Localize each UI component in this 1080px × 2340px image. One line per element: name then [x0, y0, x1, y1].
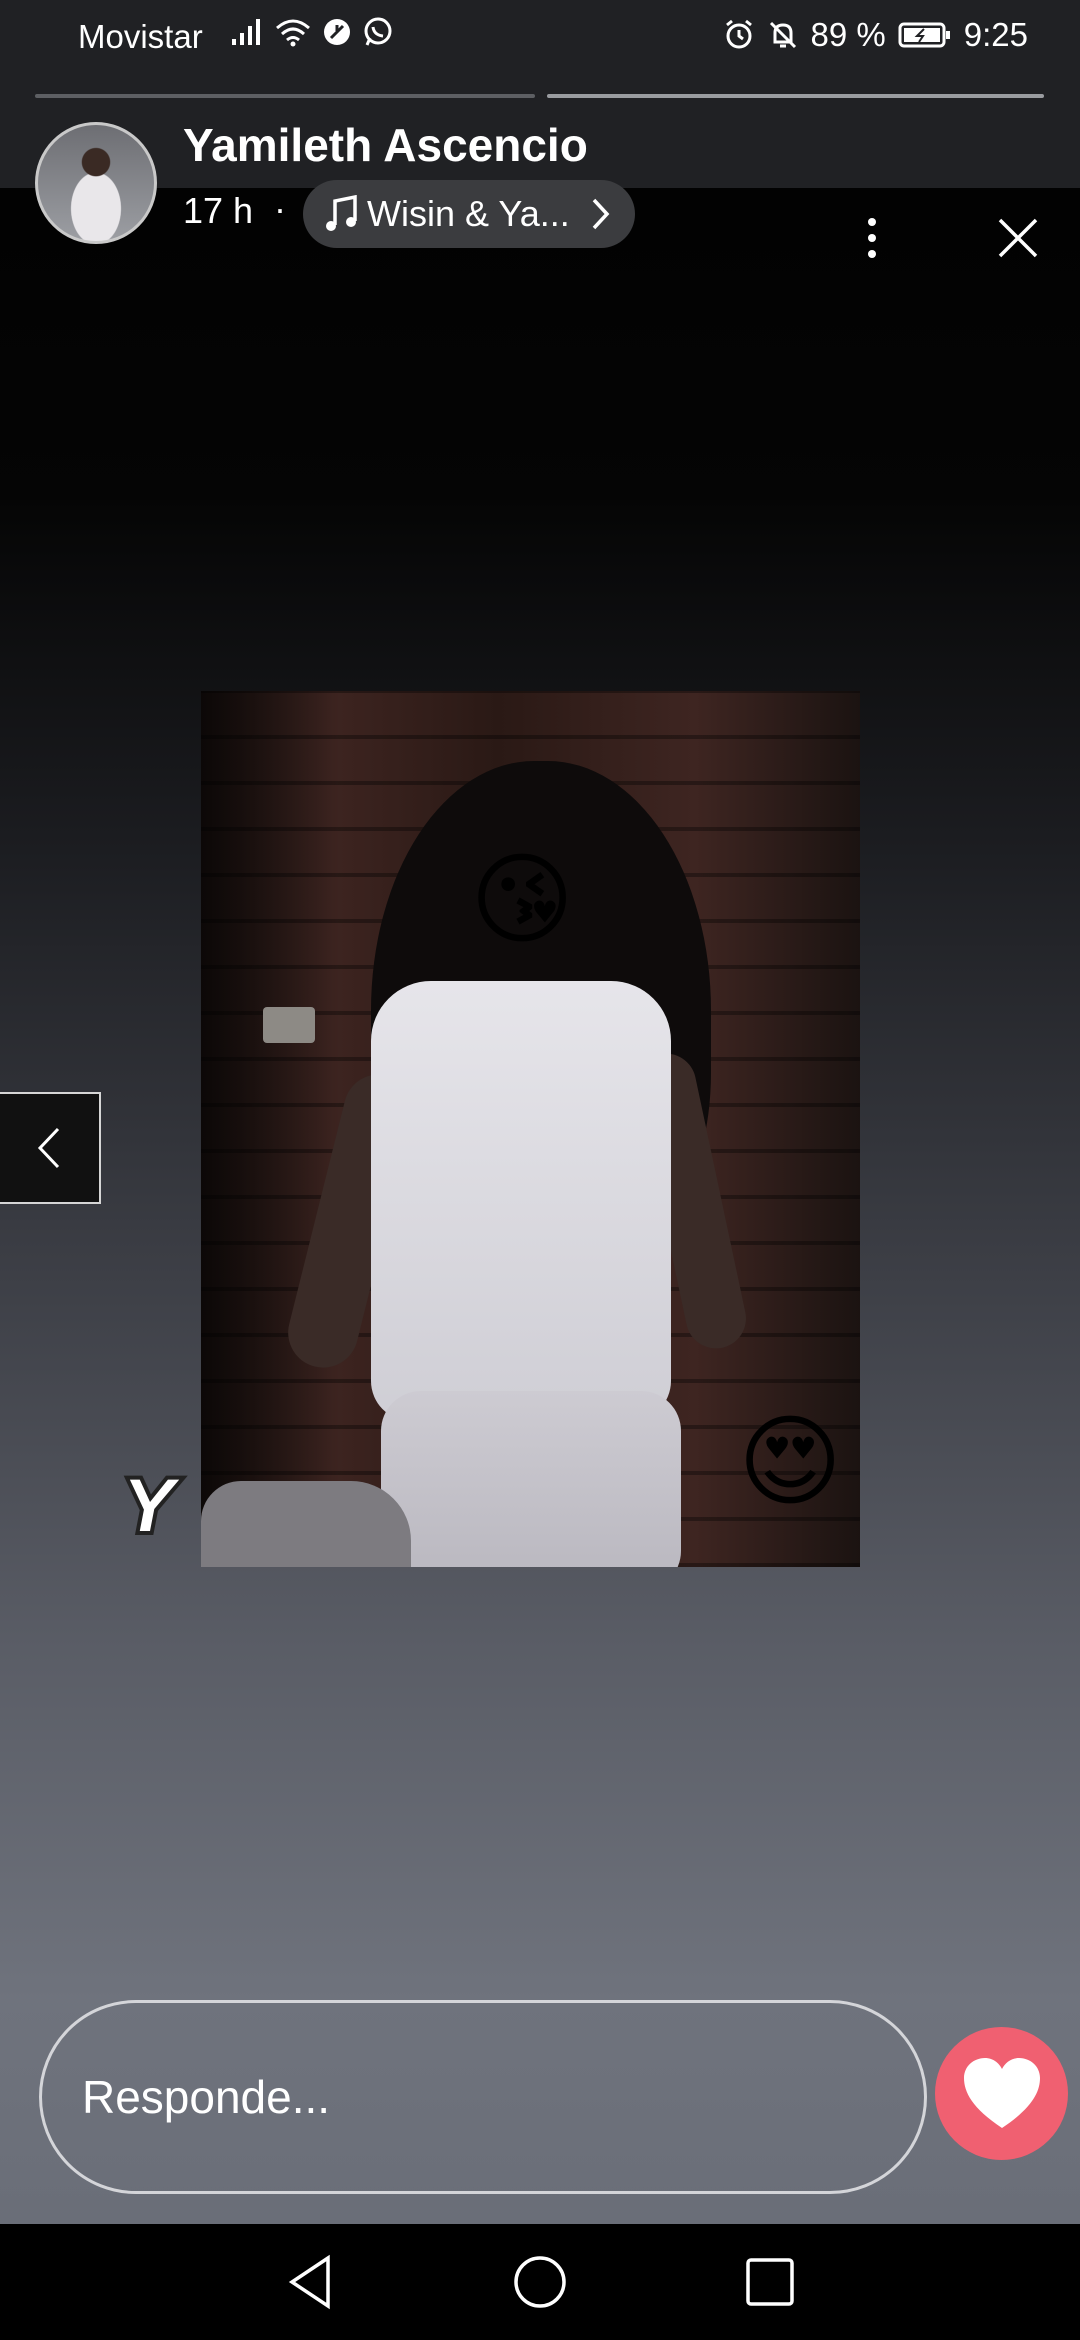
previous-story-button[interactable] [0, 1092, 101, 1204]
signal-icon [232, 19, 260, 45]
story-viewer: Movistar 89 % 9:25 Yamileth Ascencio 17 … [0, 0, 1080, 2340]
carrier-name: Movistar [78, 18, 203, 55]
story-progress-segment-2 [547, 94, 1044, 98]
like-button[interactable] [935, 2027, 1068, 2160]
chevron-left-icon [37, 1127, 59, 1169]
kiss-emoji-sticker: 😘 [470, 841, 575, 958]
wall-switch [263, 1007, 315, 1043]
photo-shadow [201, 691, 341, 1567]
wifi-icon [276, 19, 310, 47]
data-saver-icon [324, 19, 350, 45]
mute-icon [769, 21, 796, 49]
status-left-icons [230, 16, 394, 48]
letter-sticker: Y [120, 1460, 179, 1553]
chevron-right-icon [592, 198, 610, 230]
story-username[interactable]: Yamileth Ascencio [183, 118, 588, 172]
alarm-icon [725, 19, 752, 49]
separator: · [274, 188, 286, 229]
photo-legs [381, 1391, 681, 1567]
music-label: Wisin & Ya... [367, 193, 570, 234]
battery-percent: 89 % [810, 16, 886, 53]
story-time-ago: 17 h [183, 190, 254, 231]
reply-placeholder: Responde... [82, 2071, 331, 2123]
music-note-icon [326, 195, 357, 231]
photo-bed [201, 1481, 411, 1567]
heart-eyes-emoji-sticker: 😍 [738, 1403, 843, 1520]
photo-shirt [371, 981, 671, 1421]
battery-icon [898, 22, 950, 48]
home-icon[interactable] [512, 2252, 568, 2312]
whatsapp-icon [364, 17, 392, 46]
status-bar: Movistar 89 % 9:25 [0, 0, 1080, 72]
heart-icon [963, 2057, 1040, 2128]
back-icon[interactable] [282, 2252, 338, 2312]
reply-input[interactable]: Responde... [39, 2000, 927, 2194]
close-icon[interactable] [994, 214, 1042, 262]
clock: 9:25 [963, 16, 1028, 53]
avatar[interactable] [35, 122, 157, 244]
system-navigation-bar [0, 2224, 1080, 2340]
music-sticker-button[interactable]: Wisin & Ya... [303, 180, 635, 248]
recents-icon[interactable] [742, 2252, 798, 2312]
story-progress-segment-1 [35, 94, 535, 98]
more-vertical-icon[interactable] [858, 214, 886, 262]
status-right-icons: 89 % 9:25 [723, 16, 1028, 54]
